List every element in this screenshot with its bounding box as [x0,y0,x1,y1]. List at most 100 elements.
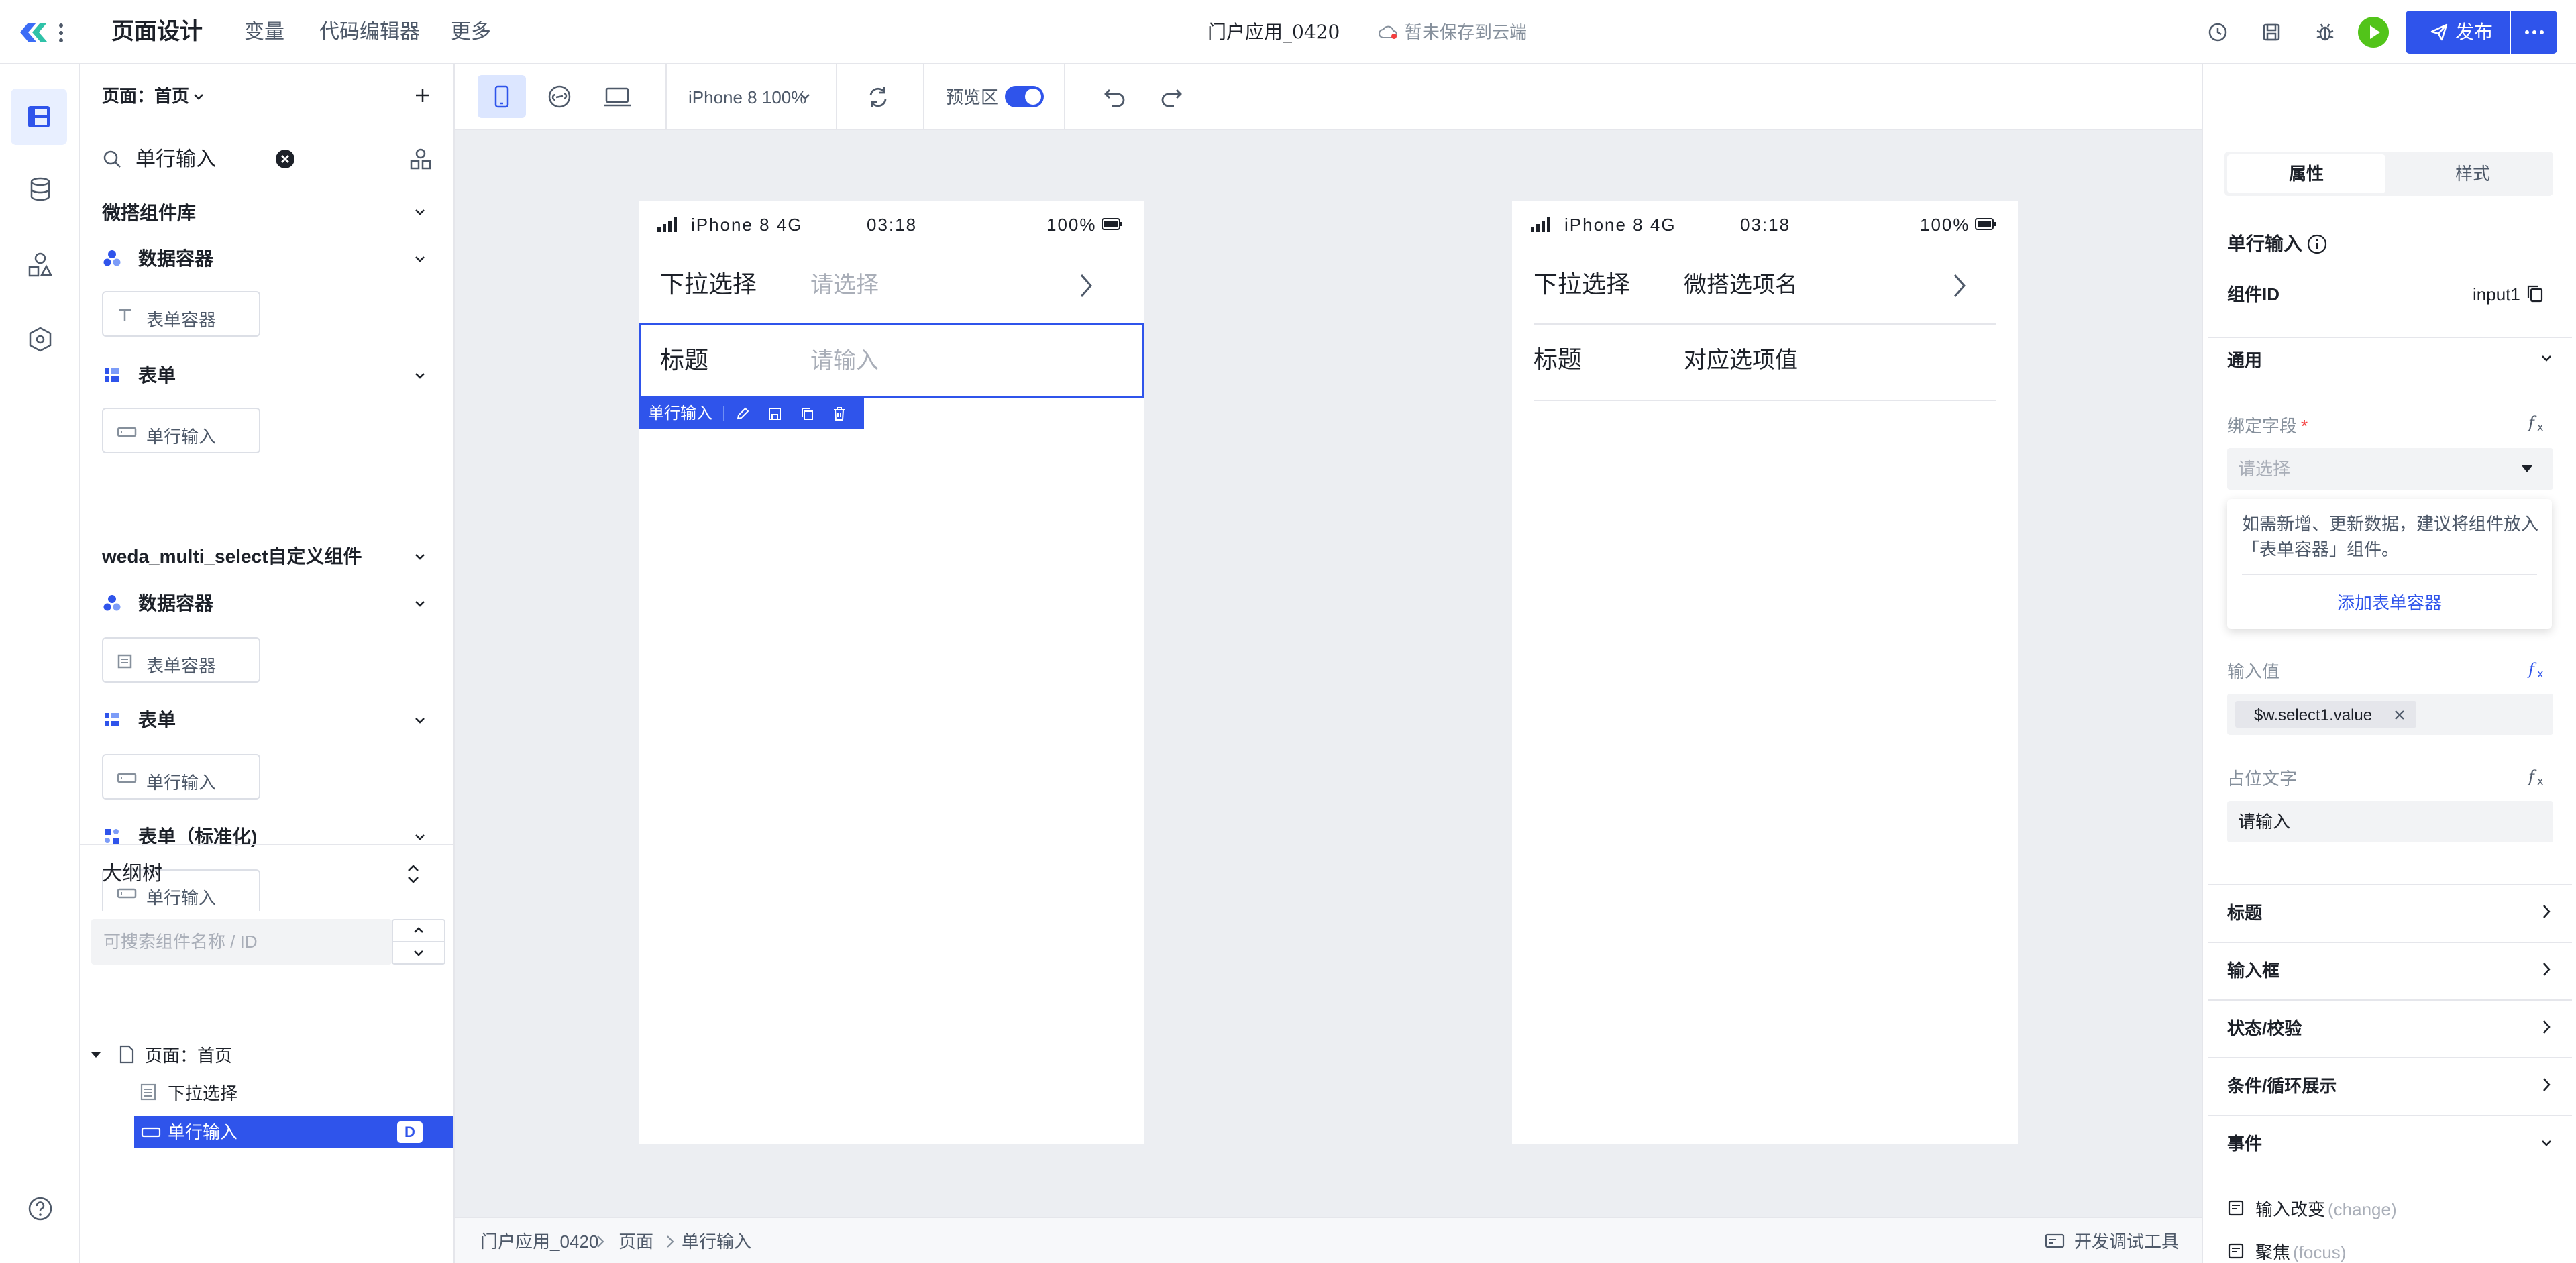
chevron-down-icon[interactable] [2540,351,2553,365]
publish-button[interactable]: 发布 [2406,11,2510,54]
copy-id-icon[interactable] [2525,283,2545,305]
tree-node-page-home[interactable]: 页面：首页 [145,1047,232,1064]
section-title[interactable]: 标题 [2227,904,2262,922]
tree-node-dropdown[interactable]: 下拉选择 [168,1085,237,1102]
run-button[interactable] [2357,16,2390,48]
delete-icon[interactable] [832,406,847,421]
expand-collapse-icon[interactable] [405,863,421,885]
battery-icon [1975,217,1996,231]
data-source-badge: D [397,1121,423,1143]
nav-more[interactable]: 更多 [451,22,491,42]
help-icon[interactable] [27,1195,54,1222]
placeholder-input[interactable]: 请输入 [2227,801,2553,842]
settings-hex-icon[interactable] [27,326,54,353]
chevron-down-icon[interactable] [413,550,427,563]
category-data-container-2[interactable]: 数据容器 [138,594,213,613]
chevron-down-icon[interactable] [413,252,427,266]
component-search-input[interactable]: 单行输入 [136,150,216,170]
library-group-weda[interactable]: 微搭组件库 [102,204,196,223]
chevron-down-icon[interactable] [413,369,427,382]
library-group-multi-select[interactable]: weda_multi_select自定义组件 [102,547,362,566]
section-input-box[interactable]: 输入框 [2227,962,2279,979]
save-component-icon[interactable] [767,406,782,421]
component-market-icon[interactable] [409,148,432,170]
publish-more-button[interactable] [2511,11,2557,54]
chevron-down-icon[interactable] [192,90,205,103]
chevron-down-icon[interactable] [2540,1136,2553,1150]
fx-icon[interactable]: fx [2526,413,2551,433]
copy-icon[interactable] [800,406,814,421]
component-single-input-2[interactable]: 单行输入 [102,754,260,800]
device-size-select[interactable]: iPhone 8 100% [688,89,806,106]
outline-nav-stepper[interactable] [392,919,445,965]
design-canvas: iPhone 8 4G 03:18 100% 下拉选择 请选择 标题 请输入 单… [455,130,2202,1217]
input-box-icon [117,770,137,786]
breadcrumb-app[interactable]: 门户应用_0420 [480,1233,598,1250]
event-focus[interactable]: 聚焦 [2255,1244,2290,1261]
device-mobile-button[interactable] [478,75,526,118]
component-form-container[interactable]: 表单容器 [102,291,260,337]
phone-input-row-selected[interactable]: 标题 请输入 [639,323,1144,398]
section-condition-loop[interactable]: 条件/循环展示 [2227,1077,2337,1095]
component-form-container-2[interactable]: 表单容器 [102,637,260,683]
chevron-down-icon[interactable] [413,714,427,727]
outline-search-input[interactable]: 可搜索组件名称 / ID [91,919,392,965]
text-t-icon [117,307,133,323]
rail-pages-button[interactable] [11,89,67,145]
tab-styles[interactable]: 样式 [2392,154,2551,193]
category-data-container[interactable]: 数据容器 [138,250,213,268]
phone-dropdown-row[interactable]: 下拉选择 请选择 [639,248,1144,323]
input-value-field[interactable]: $w.select1.value [2227,694,2553,735]
history-icon[interactable] [2207,21,2229,43]
remove-tag-icon[interactable] [2394,709,2406,721]
app-menu-icon[interactable] [58,23,64,43]
device-miniprogram-button[interactable] [535,75,584,118]
section-general[interactable]: 通用 [2227,351,2262,369]
signal-icon [657,217,679,232]
save-icon[interactable] [2261,21,2282,43]
property-panel: 属性 样式 单行输入 组件ID input1 通用 绑定字段 * fx 请选择 … [2202,64,2576,1263]
chevron-right-icon[interactable] [2541,1018,2552,1036]
edit-pencil-icon[interactable] [735,406,750,421]
chevron-down-icon[interactable] [798,90,812,103]
bind-field-select[interactable]: 请选择 [2227,448,2553,490]
device-desktop-button[interactable] [593,75,641,118]
section-state-validation[interactable]: 状态/校验 [2227,1020,2302,1037]
component-single-input[interactable]: 单行输入 [102,408,260,453]
refresh-icon[interactable] [865,85,891,110]
components-icon[interactable] [27,251,54,278]
redo-icon[interactable] [1159,86,1183,107]
nav-variables[interactable]: 变量 [244,22,284,42]
tab-properties[interactable]: 属性 [2227,154,2385,193]
nav-code-editor[interactable]: 代码编辑器 [319,22,420,42]
debug-icon[interactable] [2314,21,2336,43]
add-form-container-link[interactable]: 添加表单容器 [2337,594,2442,612]
tree-node-single-input-selected[interactable]: 单行输入 D [134,1116,453,1148]
dropdown-component-icon [140,1083,157,1101]
category-form[interactable]: 表单 [138,366,176,385]
clear-search-icon[interactable] [275,149,295,169]
section-events[interactable]: 事件 [2227,1135,2262,1152]
chevron-right-icon[interactable] [2541,1076,2552,1093]
breadcrumb-page[interactable]: 页面 [619,1233,653,1250]
chevron-right-icon[interactable] [2541,960,2552,978]
preview-dropdown-row[interactable]: 下拉选择 微搭选项名 [1512,248,2018,323]
page-selector[interactable]: 页面：首页 [102,87,189,105]
devtools-button[interactable]: 开发调试工具 [2074,1233,2179,1250]
chevron-down-icon[interactable] [413,597,427,610]
event-input-change[interactable]: 输入改变 [2255,1201,2325,1218]
undo-icon[interactable] [1103,86,1127,107]
fx-icon-active[interactable]: fx [2526,660,2551,680]
fx-icon[interactable]: fx [2526,767,2551,787]
category-form-2[interactable]: 表单 [138,711,176,730]
preview-input-row[interactable]: 标题 对应选项值 [1512,325,2018,400]
breadcrumb-component[interactable]: 单行输入 [682,1233,751,1250]
tree-expand-caret-icon[interactable] [90,1049,102,1061]
info-icon[interactable] [2306,233,2328,255]
chevron-right-icon[interactable] [2541,903,2552,920]
database-icon[interactable] [27,176,54,203]
preview-toggle[interactable] [1005,86,1044,107]
add-page-icon[interactable] [413,86,432,105]
toolbar-divider [1064,64,1065,129]
chevron-down-icon[interactable] [413,205,427,219]
